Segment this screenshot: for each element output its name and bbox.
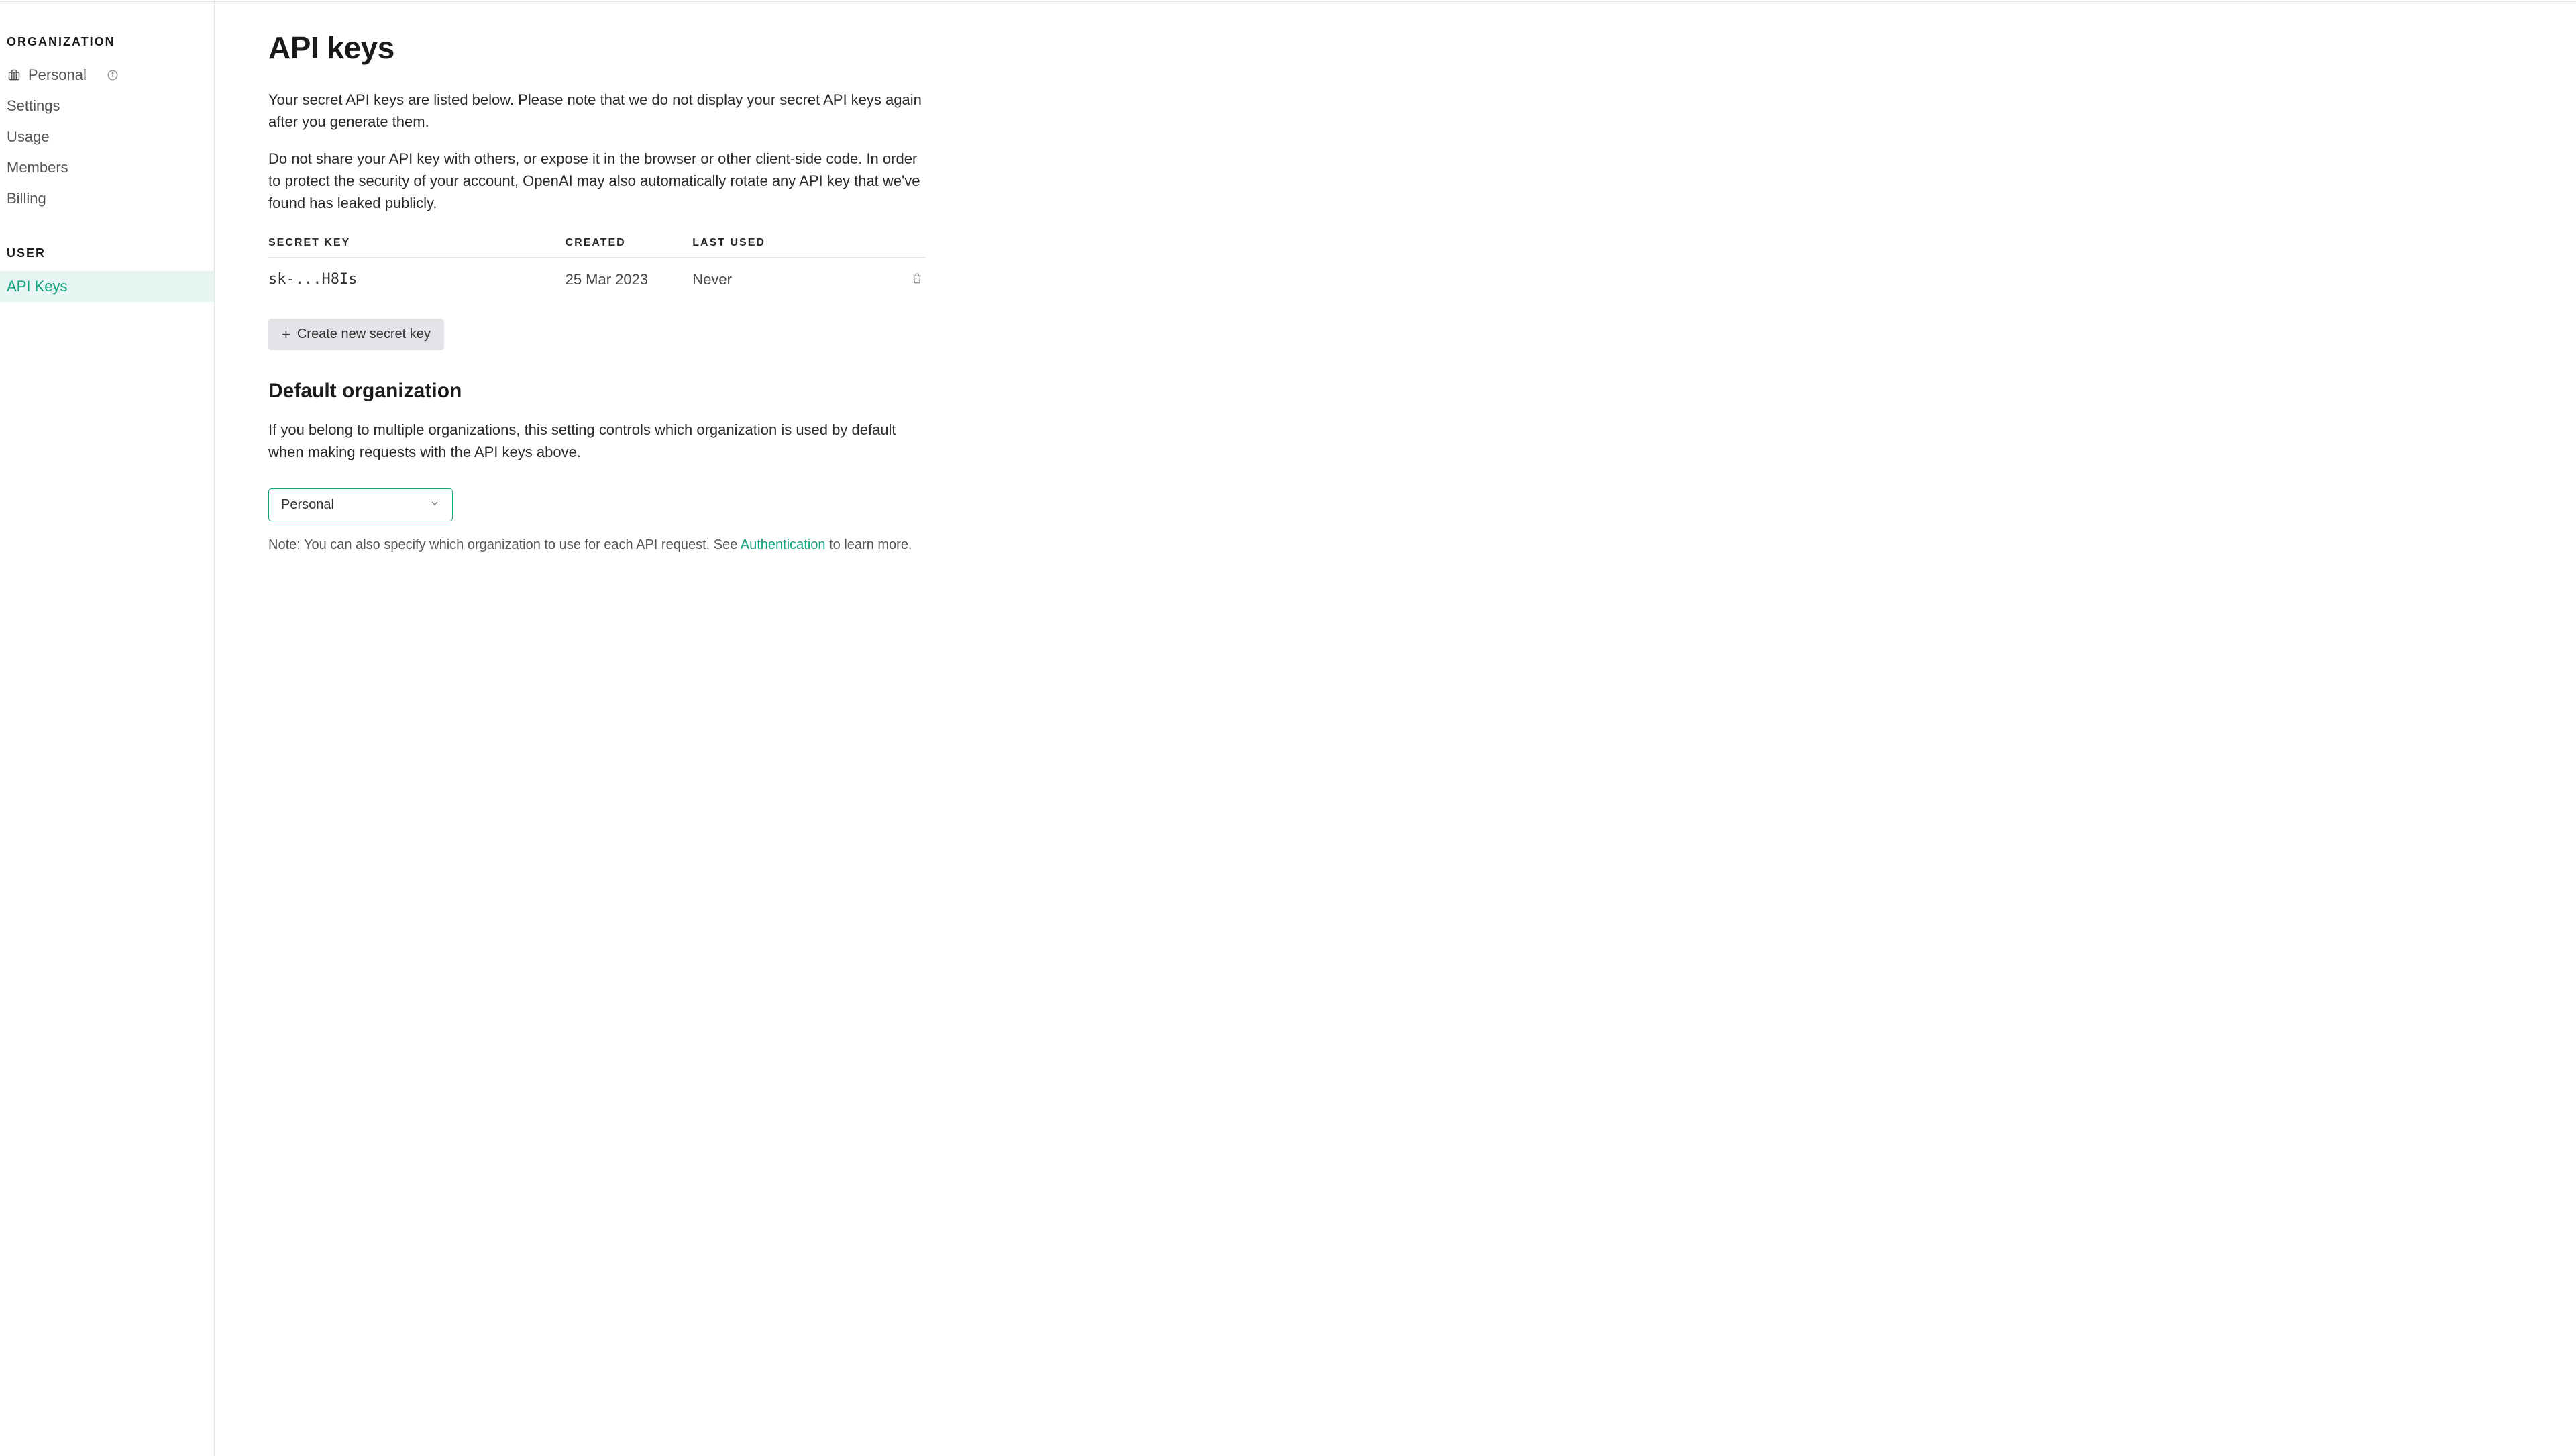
sidebar-item-label: API Keys [7,278,67,295]
sidebar-org-section: ORGANIZATION Personal [0,27,214,214]
top-divider [0,1,2576,2]
sidebar-org-title: ORGANIZATION [0,27,214,60]
authentication-link[interactable]: Authentication [741,537,826,552]
default-org-heading: Default organization [268,380,926,403]
sidebar-item-label: Settings [7,97,60,115]
description-1: Your secret API keys are listed below. P… [268,89,926,133]
sidebar-item-label: Members [7,159,68,176]
col-header-actions [869,229,926,258]
sidebar-item-settings[interactable]: Settings [0,91,214,121]
main-content: API keys Your secret API keys are listed… [215,0,966,1456]
cell-created: 25 Mar 2023 [566,258,693,302]
sidebar: ORGANIZATION Personal [0,0,215,1456]
sidebar-item-org-personal[interactable]: Personal [0,60,214,91]
default-org-select[interactable]: Personal [268,488,453,521]
sidebar-user-title: USER [0,238,214,271]
col-header-created: CREATED [566,229,693,258]
default-org-selected: Personal [281,497,334,513]
create-secret-key-button[interactable]: + Create new secret key [268,319,444,350]
cell-last-used: Never [692,258,869,302]
trash-icon [911,272,923,287]
sidebar-item-api-keys[interactable]: API Keys [0,271,214,302]
api-keys-table: SECRET KEY CREATED LAST USED sk-...H8Is … [268,229,926,301]
col-header-last-used: LAST USED [692,229,869,258]
delete-key-button[interactable] [908,270,926,289]
cell-secret-key: sk-...H8Is [268,258,566,302]
sidebar-org-label: Personal [28,66,87,84]
briefcase-icon [7,68,21,83]
sidebar-item-usage[interactable]: Usage [0,121,214,152]
chevron-down-icon [429,497,440,513]
sidebar-item-billing[interactable]: Billing [0,183,214,214]
note-prefix: Note: You can also specify which organiz… [268,537,741,552]
default-org-description: If you belong to multiple organizations,… [268,419,926,463]
sidebar-user-section: USER API Keys [0,238,214,302]
sidebar-item-members[interactable]: Members [0,152,214,183]
create-key-label: Create new secret key [297,327,431,342]
sidebar-item-label: Billing [7,190,46,207]
default-org-note: Note: You can also specify which organiz… [268,537,926,553]
description-2: Do not share your API key with others, o… [268,148,926,214]
note-suffix: to learn more. [826,537,912,552]
table-row: sk-...H8Is 25 Mar 2023 Never [268,258,926,302]
col-header-secret-key: SECRET KEY [268,229,566,258]
plus-icon: + [282,327,290,342]
sidebar-item-label: Usage [7,128,50,146]
page-title: API keys [268,30,926,66]
info-icon[interactable] [105,68,120,83]
